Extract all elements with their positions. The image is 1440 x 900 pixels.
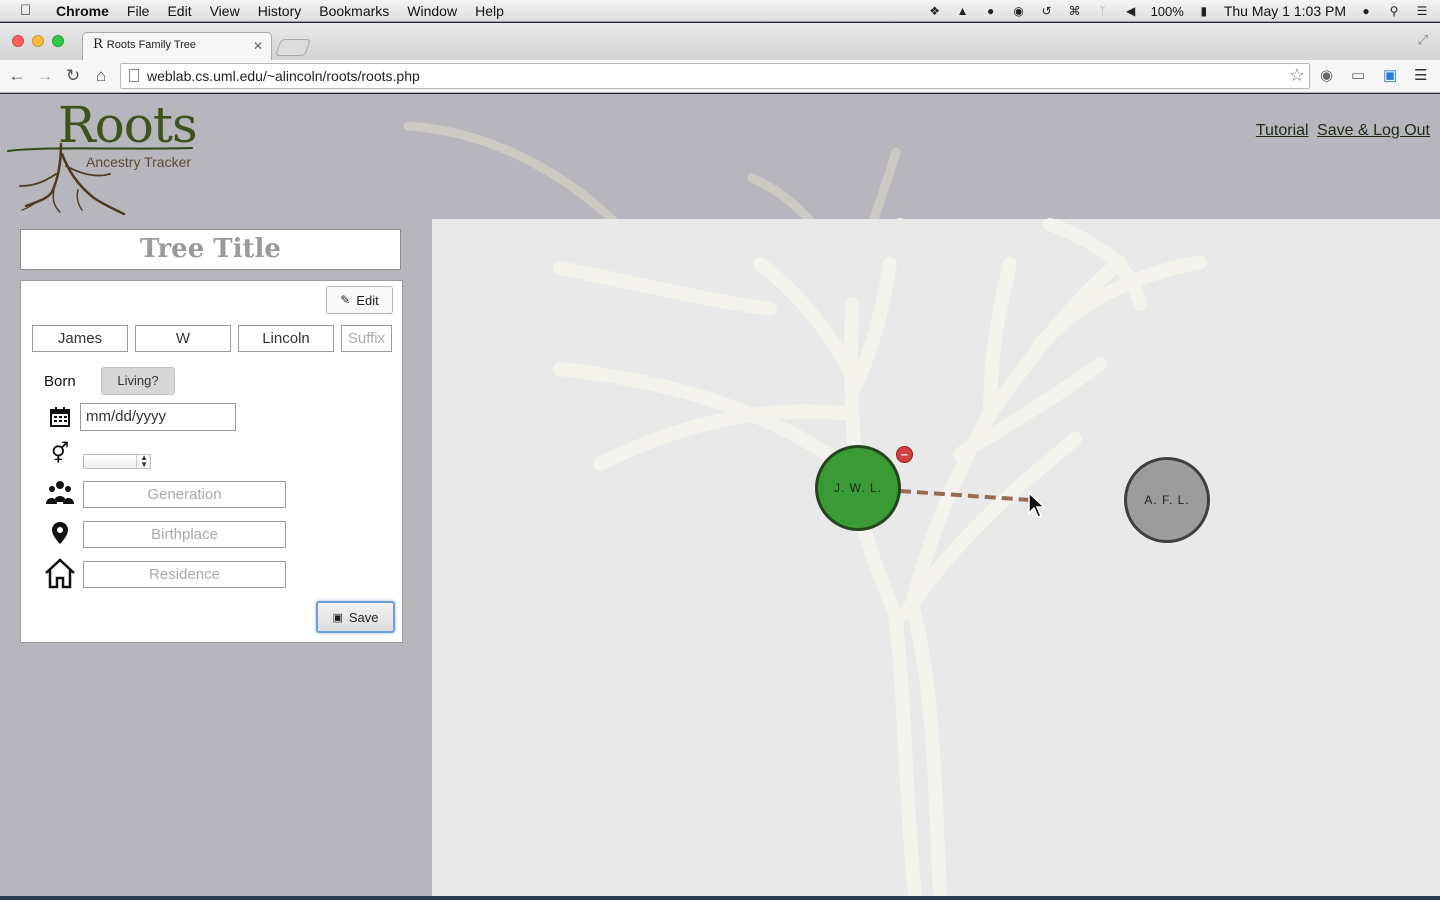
mouse-cursor-icon — [1028, 491, 1046, 518]
floppy-disk-icon: ▣ — [332, 611, 343, 624]
new-tab-button[interactable] — [274, 39, 312, 56]
browser-toolbar: ← → ↻ ⌂ weblab.cs.uml.edu/~alincoln/root… — [0, 60, 1440, 93]
edit-button-label: Edit — [356, 292, 379, 308]
birthplace-field[interactable]: Birthplace — [83, 521, 286, 548]
chrome-menu-icon[interactable]: ☰ — [1414, 66, 1427, 84]
drive-icon[interactable]: ▲ — [955, 4, 971, 18]
born-label: Born — [44, 373, 76, 390]
menu-help[interactable]: Help — [475, 0, 504, 22]
browser-tab[interactable]: R Roots Family Tree ✕ — [82, 32, 272, 60]
address-bar[interactable]: weblab.cs.uml.edu/~alincoln/roots/roots.… — [120, 63, 1310, 89]
close-tab-icon[interactable]: ✕ — [253, 39, 263, 53]
menu-file[interactable]: File — [127, 0, 150, 22]
spotlight-search-icon[interactable]: ⚲ — [1386, 4, 1402, 18]
window-controls — [12, 35, 64, 47]
forward-arrow-icon[interactable]: → — [34, 65, 56, 87]
time-machine-icon[interactable]: ↺ — [1039, 4, 1055, 18]
user-icon[interactable]: ● — [1358, 4, 1374, 18]
volume-icon[interactable]: ◀ — [1123, 4, 1139, 18]
gender-select[interactable]: ▲ ▼ — [83, 454, 151, 469]
logo-title: Roots — [58, 96, 198, 154]
save-button-label: Save — [348, 609, 379, 625]
save-logout-link[interactable]: Save & Log Out — [1317, 122, 1430, 139]
person-node-initials: A. F. L. — [1144, 493, 1190, 507]
url-text: weblab.cs.uml.edu/~alincoln/roots/roots.… — [147, 68, 420, 84]
extension-icon[interactable]: ◉ — [1320, 66, 1333, 84]
status-dot-icon[interactable]: ◉ — [1011, 4, 1027, 18]
first-name-field[interactable]: James — [32, 325, 128, 352]
close-window-icon[interactable] — [12, 35, 24, 47]
notification-center-icon[interactable]: ☰ — [1414, 4, 1430, 18]
birth-date-input[interactable]: mm/dd/yyyy — [80, 403, 236, 431]
battery-icon[interactable]: ▮ — [1196, 4, 1212, 18]
favicon-icon: R — [93, 37, 103, 52]
menu-window[interactable]: Window — [407, 0, 457, 22]
generation-field[interactable]: Generation — [83, 481, 286, 508]
residence-field[interactable]: Residence — [83, 561, 286, 588]
tree-canvas[interactable] — [432, 219, 1440, 896]
last-name-field[interactable]: Lincoln — [238, 325, 334, 352]
dropbox-icon[interactable]: ❖ — [927, 4, 943, 18]
person-node-selected[interactable]: J. W. L. — [815, 445, 901, 531]
bluetooth-icon[interactable]: ᛉ — [1095, 4, 1111, 18]
person-node-initials: J. W. L. — [833, 481, 882, 495]
translate-icon[interactable]: ▣ — [1383, 66, 1397, 84]
person-node[interactable]: A. F. L. — [1124, 457, 1210, 543]
page-icon — [129, 69, 139, 82]
tutorial-link[interactable]: Tutorial — [1256, 122, 1309, 139]
menu-bookmarks[interactable]: Bookmarks — [319, 0, 389, 22]
minimize-window-icon[interactable] — [32, 35, 44, 47]
house-icon — [43, 558, 77, 589]
roots-logo[interactable]: Roots Ancestry Tracker — [6, 94, 206, 216]
browser-tabbar: R Roots Family Tree ✕ ⤢ — [0, 23, 1440, 60]
person-form-panel: ✎ Edit James W Lincoln Suffix Born Livin… — [20, 280, 403, 643]
calendar-icon — [43, 402, 77, 432]
desktop-edge — [0, 896, 1440, 900]
clock[interactable]: Thu May 1 1:03 PM — [1224, 3, 1346, 19]
notification-bell-icon[interactable]: ● — [983, 4, 999, 18]
reload-icon[interactable]: ↻ — [62, 65, 84, 87]
mac-menubar:  Chrome File Edit View History Bookmark… — [0, 0, 1440, 22]
page-content: Roots Ancestry Tracker Tutorial Save & L… — [0, 94, 1440, 896]
header-links: Tutorial Save & Log Out — [1252, 122, 1430, 140]
edit-button[interactable]: ✎ Edit — [326, 286, 393, 314]
tree-title-input[interactable]: Tree Title — [20, 229, 401, 270]
bookmark-star-icon[interactable]: ☆ — [1289, 65, 1305, 86]
menu-edit[interactable]: Edit — [167, 0, 191, 22]
home-icon[interactable]: ⌂ — [90, 65, 112, 87]
save-button[interactable]: ▣ Save — [316, 601, 395, 633]
cast-icon[interactable]: ▭ — [1351, 66, 1365, 84]
menu-view[interactable]: View — [210, 0, 240, 22]
back-arrow-icon[interactable]: ← — [6, 65, 28, 87]
menu-chrome[interactable]: Chrome — [56, 0, 109, 22]
fullscreen-icon[interactable]: ⤢ — [1418, 32, 1428, 48]
pencil-icon: ✎ — [340, 293, 351, 307]
family-group-icon — [43, 478, 77, 508]
middle-name-field[interactable]: W — [135, 325, 231, 352]
remove-node-icon[interactable]: – — [896, 446, 913, 463]
status-area: ❖ ▲ ● ◉ ↺ ⌘ ᛉ ◀ 100% ▮ Thu May 1 1:03 PM… — [927, 0, 1430, 22]
living-toggle-button[interactable]: Living? — [101, 367, 175, 395]
gender-icon: ⚥ — [50, 442, 70, 465]
apple-menu-icon[interactable]:  — [20, 2, 40, 19]
wifi-icon[interactable]: ⌘ — [1067, 4, 1083, 18]
location-pin-icon — [43, 518, 77, 548]
logo-subtitle: Ancestry Tracker — [86, 154, 192, 170]
select-arrows-icon: ▲ ▼ — [136, 454, 148, 469]
suffix-field[interactable]: Suffix — [341, 325, 392, 352]
tab-title: Roots Family Tree — [106, 39, 197, 51]
battery-percent: 100% — [1150, 3, 1184, 19]
menu-history[interactable]: History — [258, 0, 302, 22]
maximize-window-icon[interactable] — [52, 35, 64, 47]
